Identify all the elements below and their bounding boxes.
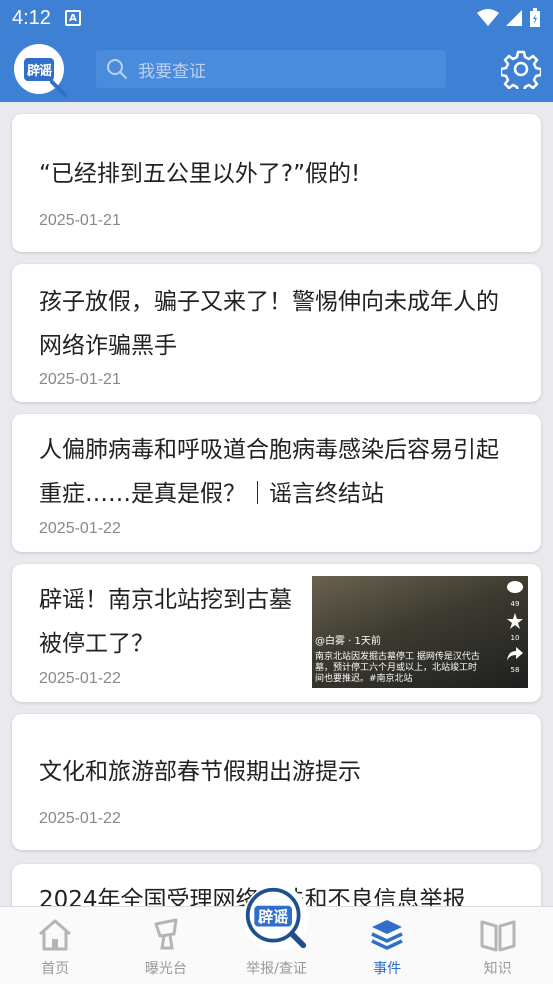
nav-knowledge[interactable]: 知识 bbox=[442, 907, 553, 984]
bottom-nav: 首页 曝光台 辟谣 举报/查证 事件 知识 bbox=[0, 885, 553, 984]
thumbnail-caption: 南京北站因发掘古墓停工 据网传是汉代古墓，预计停工六个月或以上，北站竣工时间也要… bbox=[315, 652, 480, 684]
article-title: 孩子放假，骗子又来了！警惕伸向未成年人的网络诈骗黑手 bbox=[39, 289, 499, 359]
article-card[interactable]: 人偏肺病毒和呼吸道合胞病毒感染后容易引起重症……是真是假？｜谣言终结站 2025… bbox=[12, 414, 541, 552]
article-date: 2025-01-22 bbox=[39, 810, 121, 827]
article-card[interactable]: “已经排到五公里以外了?”假的! 2025-01-21 bbox=[12, 114, 541, 252]
thumbnail-actions: 49 10 58 bbox=[506, 580, 524, 674]
nav-label: 曝光台 bbox=[144, 961, 187, 977]
share-icon bbox=[507, 647, 523, 661]
app-bar: 辟谣 我要查证 bbox=[0, 36, 553, 102]
article-card[interactable]: 文化和旅游部春节假期出游提示 2025-01-22 bbox=[12, 714, 541, 850]
status-time: 4:12 bbox=[12, 6, 51, 29]
thumbnail-handle: @白雾 · 1天前 bbox=[315, 636, 381, 647]
battery-icon bbox=[530, 8, 540, 27]
article-date: 2025-01-22 bbox=[39, 670, 121, 687]
nav-label: 举报/查证 bbox=[246, 961, 307, 977]
nav-exposure[interactable]: 曝光台 bbox=[111, 907, 222, 984]
article-date: 2025-01-21 bbox=[39, 371, 121, 388]
report-button[interactable]: 辟谣 bbox=[243, 885, 310, 951]
app-logo[interactable]: 辟谣 bbox=[14, 44, 67, 97]
status-icons bbox=[477, 8, 541, 28]
search-icon bbox=[107, 59, 127, 79]
home-icon bbox=[39, 919, 72, 951]
logo-text: 辟谣 bbox=[23, 57, 54, 81]
article-title: 人偏肺病毒和呼吸道合胞病毒感染后容易引起重症……是真是假？｜谣言终结站 bbox=[39, 437, 499, 507]
comment-count: 49 bbox=[510, 600, 520, 608]
center-logo-text: 辟谣 bbox=[259, 908, 289, 926]
magnifier-handle-icon bbox=[50, 80, 67, 97]
article-title: “已经排到五公里以外了?”假的! bbox=[39, 161, 361, 187]
star-count: 10 bbox=[510, 634, 520, 642]
layers-icon bbox=[371, 920, 403, 950]
signal-icon bbox=[506, 10, 522, 26]
wifi-icon bbox=[477, 9, 499, 26]
nav-label: 知识 bbox=[483, 961, 512, 977]
notification-icon: A bbox=[64, 10, 81, 26]
nav-events[interactable]: 事件 bbox=[332, 907, 443, 984]
article-title: 辟谣！南京北站挖到古墓被停工了？ bbox=[39, 587, 292, 657]
search-input[interactable]: 我要查证 bbox=[96, 50, 446, 88]
share-count: 58 bbox=[510, 666, 520, 674]
nav-report[interactable]: 辟谣 举报/查证 bbox=[221, 885, 332, 984]
book-icon bbox=[480, 920, 516, 952]
nav-label: 首页 bbox=[41, 961, 70, 977]
search-placeholder: 我要查证 bbox=[138, 61, 206, 82]
article-card[interactable]: 孩子放假，骗子又来了！警惕伸向未成年人的网络诈骗黑手 2025-01-21 bbox=[12, 264, 541, 402]
article-list: “已经排到五公里以外了?”假的! 2025-01-21 孩子放假，骗子又来了！警… bbox=[0, 102, 553, 906]
nav-home[interactable]: 首页 bbox=[0, 907, 111, 984]
star-icon bbox=[507, 613, 523, 629]
comment-icon bbox=[507, 581, 523, 593]
nav-label: 事件 bbox=[373, 961, 402, 977]
article-card[interactable]: 辟谣！南京北站挖到古墓被停工了？ 2025-01-22 49 10 58 @白雾… bbox=[12, 564, 541, 702]
rumor-magnifier-icon: 辟谣 bbox=[246, 887, 307, 949]
article-date: 2025-01-22 bbox=[39, 520, 121, 537]
article-thumbnail[interactable]: 49 10 58 @白雾 · 1天前 南京北站因发掘古墓停工 据网传是汉代古墓，… bbox=[312, 576, 528, 688]
article-date: 2025-01-21 bbox=[39, 212, 121, 229]
spotlight-icon bbox=[154, 918, 178, 950]
article-title: 文化和旅游部春节假期出游提示 bbox=[39, 759, 361, 785]
status-bar: 4:12 A bbox=[0, 0, 553, 36]
settings-gear-icon[interactable] bbox=[501, 49, 541, 89]
